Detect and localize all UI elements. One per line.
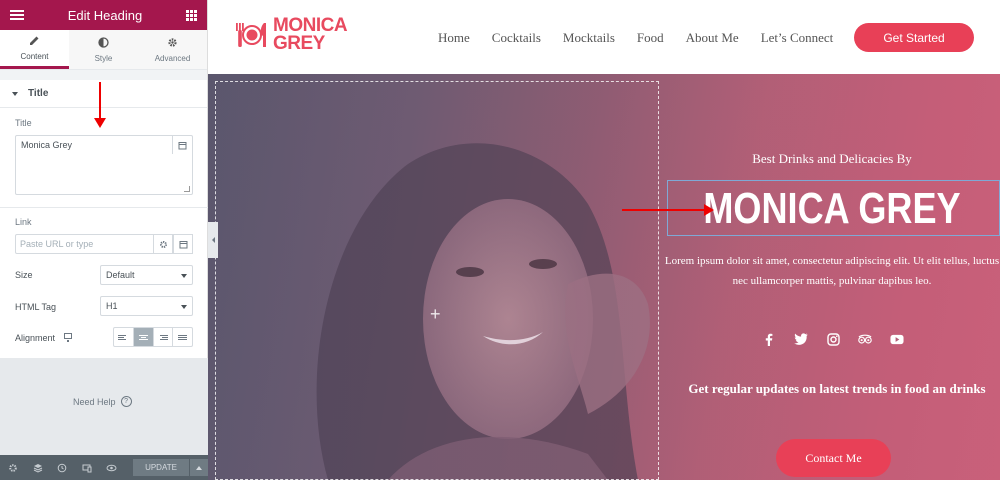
nav-cocktails[interactable]: Cocktails xyxy=(492,30,541,46)
chevron-down-icon xyxy=(181,274,187,278)
contact-me-button[interactable]: Contact Me xyxy=(776,439,891,477)
link-input[interactable]: Paste URL or type xyxy=(15,234,193,254)
responsive-mode-icon[interactable] xyxy=(80,461,94,475)
twitter-icon[interactable] xyxy=(794,332,808,346)
pencil-icon xyxy=(29,35,40,49)
panel-title: Edit Heading xyxy=(67,7,143,23)
tabs-spacer xyxy=(0,70,207,80)
html-tag-select[interactable]: H1 xyxy=(100,296,193,316)
logo-wordmark: MONICA GREY xyxy=(273,16,348,54)
tab-style[interactable]: Style xyxy=(69,30,138,69)
plus-icon[interactable]: + xyxy=(430,304,441,325)
hero-section: + Best Drinks and Delicacies By MONICA G… xyxy=(208,74,1000,480)
editor-panel: Edit Heading Content Style Advanced Titl… xyxy=(0,0,209,480)
settings-gear-icon[interactable] xyxy=(6,461,20,475)
nav-home[interactable]: Home xyxy=(438,30,470,46)
caret-down-icon xyxy=(12,91,18,96)
section-title-toggle[interactable]: Title xyxy=(0,80,207,108)
gear-icon xyxy=(167,37,178,51)
tripadvisor-icon[interactable] xyxy=(858,332,872,346)
responsive-desktop-icon[interactable] xyxy=(64,333,72,342)
column-selection-outline xyxy=(215,81,659,480)
tab-advanced-label: Advanced xyxy=(154,53,191,63)
preview-eye-icon[interactable] xyxy=(105,461,119,475)
dynamic-tags-icon[interactable] xyxy=(172,136,192,154)
resize-handle-icon[interactable] xyxy=(184,186,190,192)
align-justify-button[interactable] xyxy=(173,328,192,346)
hamburger-menu-icon[interactable] xyxy=(10,10,24,20)
hero-subheading: Best Drinks and Delicacies By xyxy=(752,151,912,166)
hero-body-text: Lorem ipsum dolor sit amet, consectetur … xyxy=(664,255,1000,287)
annotation-arrow-right xyxy=(622,204,714,216)
title-field-label: Title xyxy=(15,118,32,128)
youtube-icon[interactable] xyxy=(890,332,904,346)
facebook-icon[interactable] xyxy=(762,332,776,346)
html-tag-select-value: H1 xyxy=(106,301,118,311)
align-left-button[interactable] xyxy=(114,328,134,346)
align-center-button[interactable] xyxy=(133,328,154,346)
get-started-button[interactable]: Get Started xyxy=(854,23,974,52)
html-tag-label: HTML Tag xyxy=(15,302,57,312)
hero-heading[interactable]: MONICA GREY xyxy=(694,184,970,234)
panel-tabs: Content Style Advanced xyxy=(0,30,207,70)
site-logo[interactable]: MONICA GREY xyxy=(233,16,348,54)
alignment-control xyxy=(113,327,193,347)
link-dynamic-tags-icon[interactable] xyxy=(173,234,193,254)
nav-food[interactable]: Food xyxy=(637,30,664,46)
chevron-down-icon xyxy=(181,305,187,309)
tab-content[interactable]: Content xyxy=(0,30,69,69)
half-circle-icon xyxy=(98,36,109,51)
link-options-gear-icon[interactable] xyxy=(153,234,173,254)
title-textarea[interactable]: Monica Grey xyxy=(15,135,193,195)
nav-mocktails[interactable]: Mocktails xyxy=(563,30,615,46)
divider xyxy=(0,207,208,208)
update-button[interactable]: UPDATE xyxy=(132,459,190,476)
section-title-label: Title xyxy=(28,88,49,99)
widgets-grid-icon[interactable] xyxy=(185,9,197,21)
updates-text: Get regular updates on latest trends in … xyxy=(688,381,986,396)
site-header: MONICA GREY Home Cocktails Mocktails Foo… xyxy=(208,0,1000,74)
logo-line2: GREY xyxy=(273,33,325,54)
collapse-panel-toggle[interactable] xyxy=(208,222,218,258)
social-icons xyxy=(762,332,904,346)
app-root: Edit Heading Content Style Advanced Titl… xyxy=(0,0,1000,480)
link-field-label: Link xyxy=(15,217,32,227)
size-label: Size xyxy=(15,270,33,280)
size-select-value: Default xyxy=(106,270,135,280)
tab-advanced[interactable]: Advanced xyxy=(138,30,207,69)
help-area xyxy=(0,358,208,456)
align-right-button[interactable] xyxy=(154,328,174,346)
fork-plate-knife-logo-icon xyxy=(233,17,269,53)
panel-footer: UPDATE xyxy=(0,455,209,480)
need-help-link[interactable]: Need Help ? xyxy=(73,396,132,407)
alignment-label: Alignment xyxy=(15,333,56,343)
need-help-label: Need Help xyxy=(73,396,116,407)
panel-header: Edit Heading xyxy=(0,0,207,30)
nav-lets-connect[interactable]: Let’s Connect xyxy=(761,30,834,46)
history-icon[interactable] xyxy=(55,461,69,475)
link-placeholder: Paste URL or type xyxy=(20,239,94,249)
instagram-icon[interactable] xyxy=(826,332,840,346)
tab-content-label: Content xyxy=(20,52,49,61)
hero-content: Best Drinks and Delicacies By MONICA GRE… xyxy=(664,74,1000,480)
annotation-arrow-down xyxy=(94,82,106,128)
nav-about-me[interactable]: About Me xyxy=(686,30,739,46)
question-icon: ? xyxy=(120,396,132,407)
tab-style-label: Style xyxy=(94,53,113,63)
main-nav: Home Cocktails Mocktails Food About Me L… xyxy=(438,30,855,46)
navigator-layers-icon[interactable] xyxy=(31,461,45,475)
size-select[interactable]: Default xyxy=(100,265,193,285)
title-textarea-value: Monica Grey xyxy=(21,140,73,150)
update-options-caret-icon[interactable] xyxy=(190,459,209,476)
